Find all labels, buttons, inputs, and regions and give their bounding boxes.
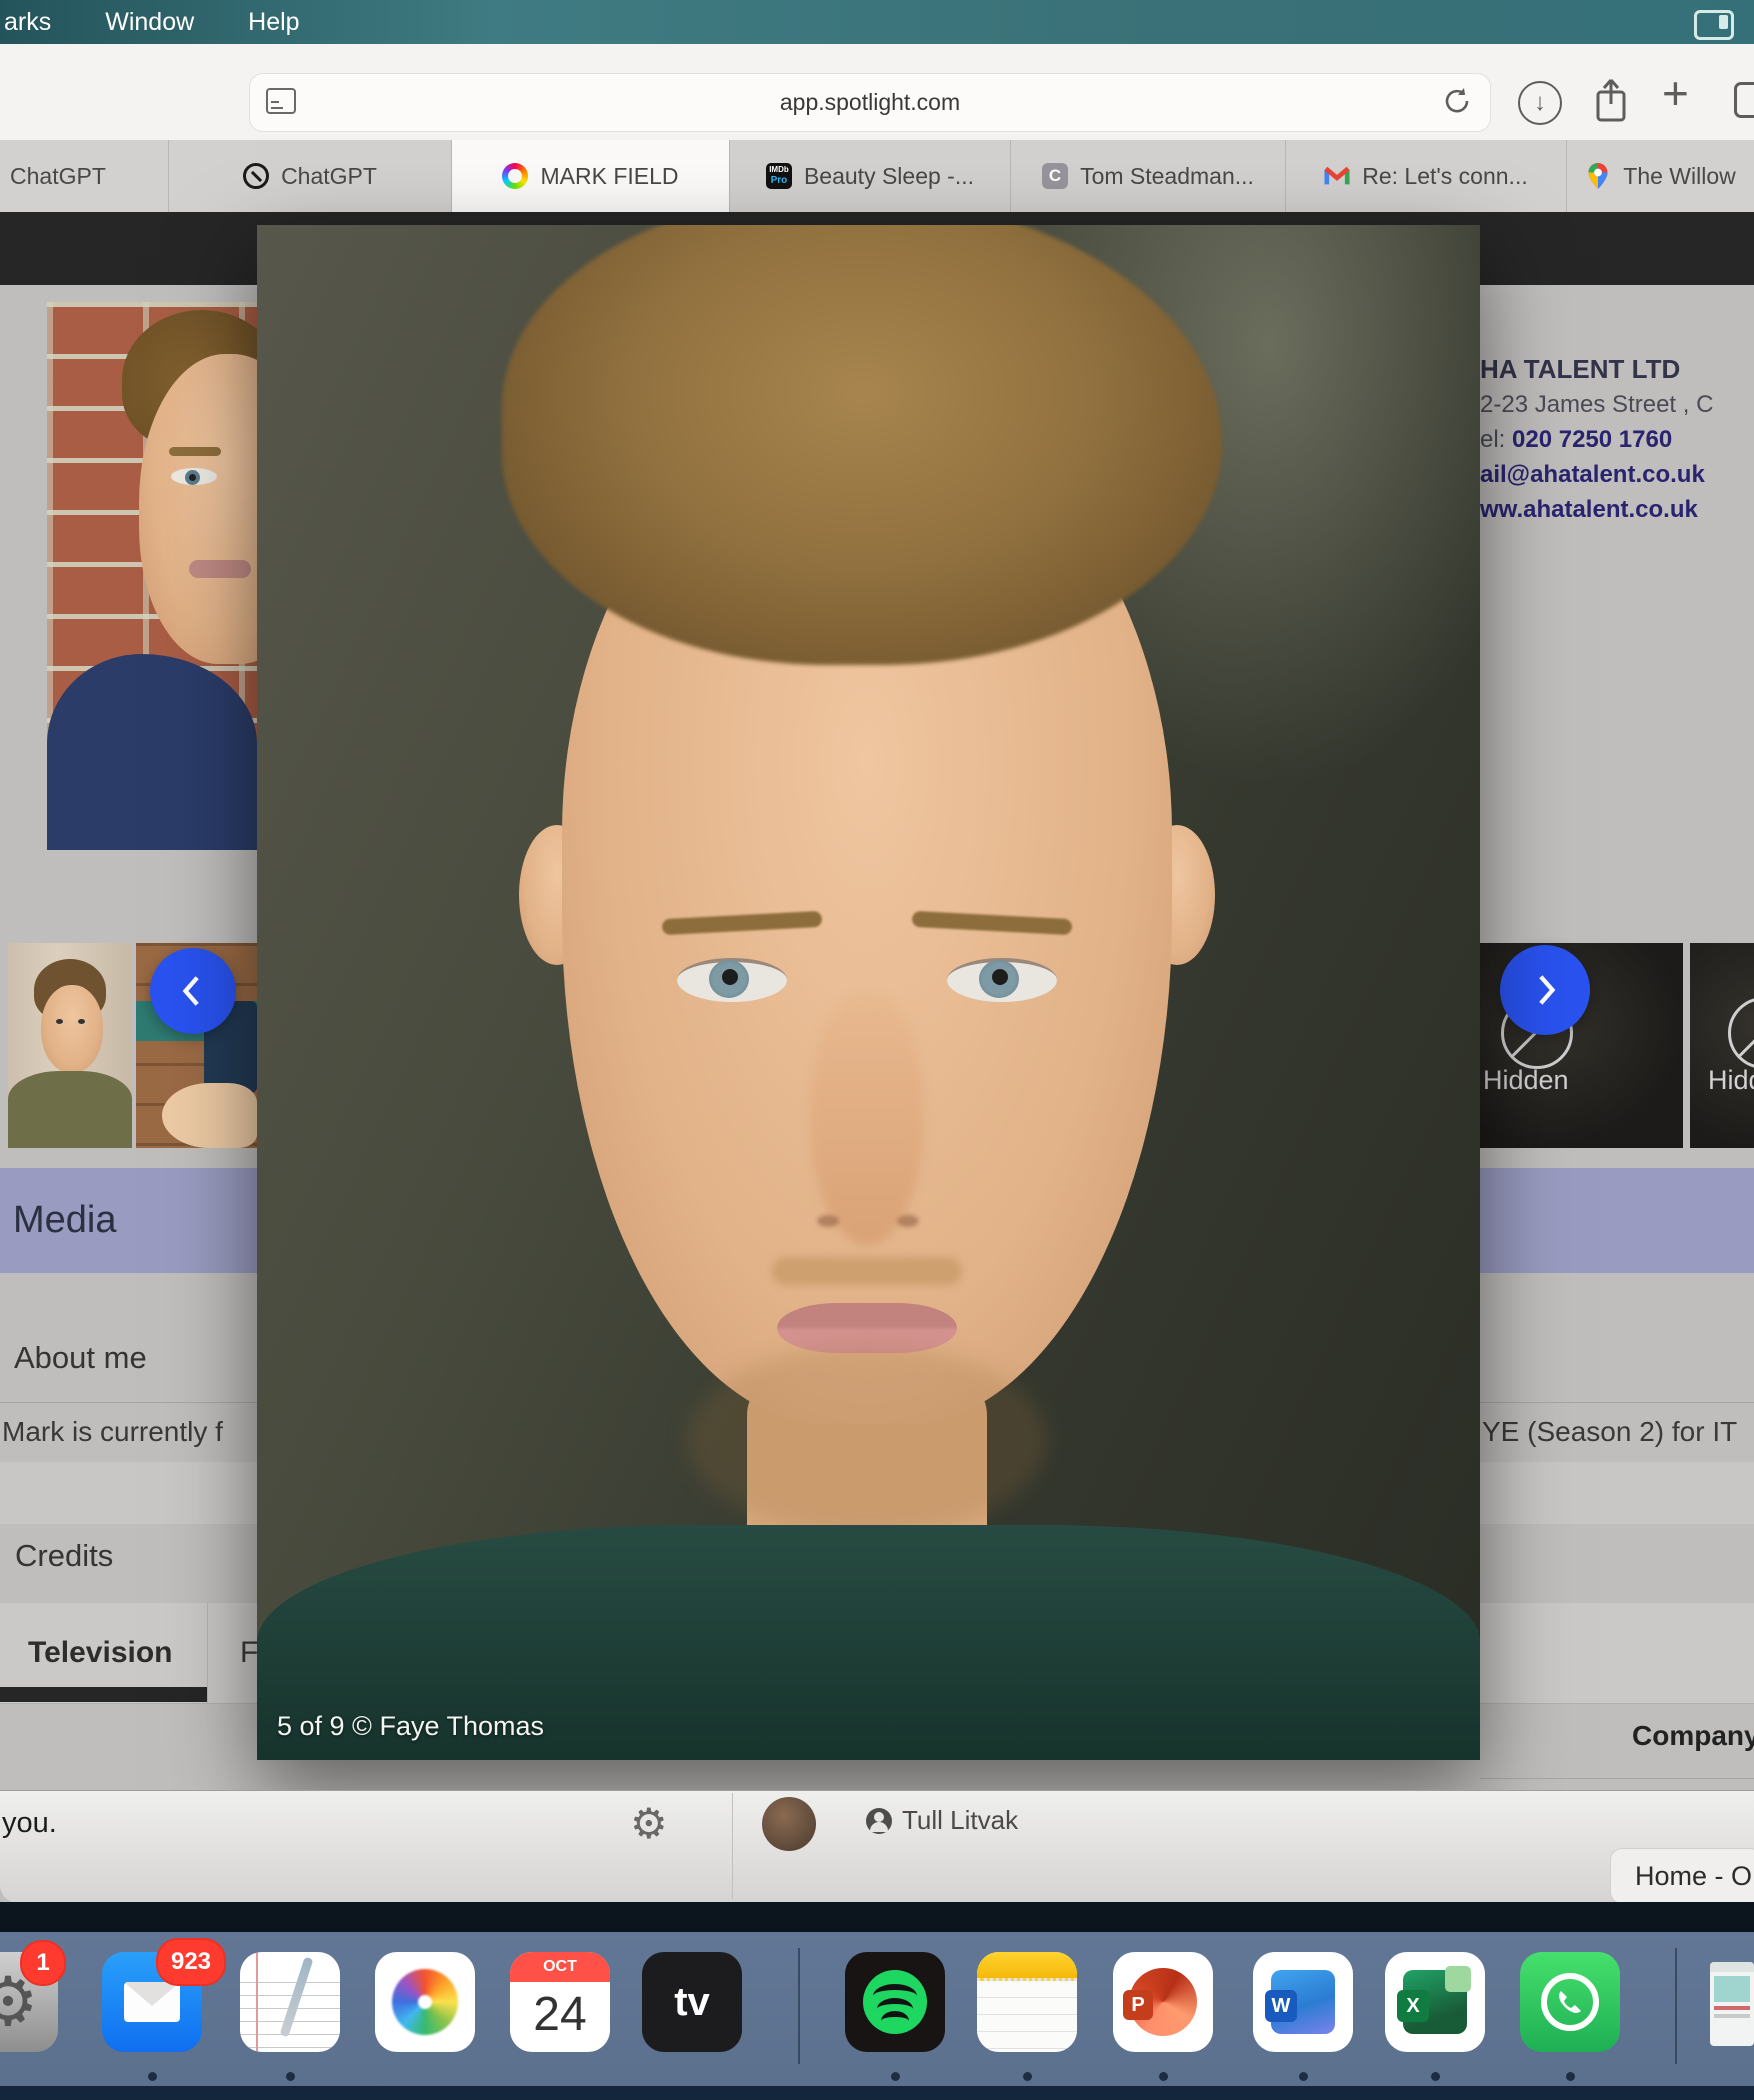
photo-lightbox[interactable]: 5 of 9 © Faye Thomas bbox=[257, 225, 1480, 1760]
downloads-icon[interactable]: ↓ bbox=[1518, 81, 1562, 125]
about-me-text-left: Mark is currently f bbox=[2, 1416, 223, 1448]
carousel-prev-button[interactable] bbox=[150, 948, 236, 1034]
desktop-gap bbox=[0, 1902, 1754, 1932]
carousel-thumb-hidden-2[interactable]: Hidden bbox=[1690, 943, 1754, 1148]
tab-bar: ChatGPT ChatGPT MARK FIELD IMDbPro Beaut… bbox=[0, 140, 1754, 212]
tab-television[interactable]: Television bbox=[28, 1636, 173, 1670]
dock-apple-tv-icon[interactable]: tv bbox=[642, 1952, 742, 2052]
tab-gmail[interactable]: Re: Let's conn... bbox=[1286, 140, 1567, 212]
tab-chatgpt-1[interactable]: ChatGPT bbox=[0, 140, 169, 212]
tab-tom-steadman[interactable]: C Tom Steadman... bbox=[1011, 140, 1286, 212]
tab-overview-icon[interactable] bbox=[1734, 82, 1754, 118]
chevron-right-icon bbox=[1525, 966, 1565, 1014]
dock-photos-icon[interactable] bbox=[375, 1952, 475, 2052]
tab-beauty-sleep[interactable]: IMDbPro Beauty Sleep -... bbox=[730, 140, 1011, 212]
profile-owner-name: Tull Litvak bbox=[902, 1805, 1018, 1836]
dock: ⚙ 1 923 OCT 24 tv bbox=[0, 1932, 1754, 2100]
agency-phone: el: 020 7250 1760 bbox=[1480, 422, 1754, 457]
address-bar[interactable]: app.spotlight.com bbox=[249, 73, 1491, 132]
hidden-label: Hidden bbox=[1708, 1065, 1754, 1096]
tab-film[interactable]: F bbox=[240, 1636, 258, 1670]
portrait-hair bbox=[502, 225, 1222, 665]
safari-toolbar: app.spotlight.com ↓ + bbox=[0, 44, 1754, 141]
envelope-icon bbox=[124, 1982, 180, 2022]
tab-mark-field[interactable]: MARK FIELD bbox=[452, 140, 730, 212]
settings-badge: 1 bbox=[20, 1940, 66, 1986]
tab-chatgpt-2[interactable]: ChatGPT bbox=[169, 140, 452, 212]
agency-name: HA TALENT LTD bbox=[1480, 352, 1754, 387]
active-tab-underline bbox=[0, 1687, 207, 1702]
background-window[interactable]: you. ⚙ Tull Litvak bbox=[0, 1790, 1754, 1903]
tab-the-willow[interactable]: The Willow bbox=[1567, 140, 1754, 212]
imdb-pro-icon: IMDbPro bbox=[766, 163, 792, 189]
share-icon[interactable] bbox=[1590, 76, 1630, 126]
agency-phone-number: 020 7250 1760 bbox=[1512, 426, 1672, 453]
about-me-text-right: YE (Season 2) for IT bbox=[1482, 1416, 1737, 1448]
gear-icon[interactable]: ⚙ bbox=[630, 1799, 668, 1848]
openai-logo-icon bbox=[243, 163, 269, 189]
display-menu-icon[interactable] bbox=[1694, 10, 1734, 40]
home-window-tab[interactable]: Home - O bbox=[1610, 1848, 1754, 1904]
agency-website[interactable]: ww.ahatalent.co.uk bbox=[1480, 492, 1754, 527]
google-maps-pin-icon bbox=[1585, 163, 1611, 189]
dock-powerpoint-icon[interactable]: P bbox=[1113, 1952, 1213, 2052]
carousel-next-button[interactable] bbox=[1500, 945, 1590, 1035]
credits-heading: Credits bbox=[15, 1538, 113, 1574]
carousel-thumb-1[interactable] bbox=[8, 943, 132, 1148]
new-tab-icon[interactable]: + bbox=[1662, 66, 1689, 120]
dock-minimized-window[interactable] bbox=[1710, 1962, 1754, 2046]
pinwheel-icon bbox=[392, 1969, 458, 2035]
dock-notes-icon[interactable] bbox=[977, 1952, 1077, 2052]
reload-icon[interactable] bbox=[1440, 84, 1474, 118]
person-badge-icon bbox=[866, 1808, 892, 1834]
hidden-label: Hidden bbox=[1483, 1065, 1569, 1096]
media-heading: Media bbox=[13, 1199, 117, 1242]
menu-item-window[interactable]: Window bbox=[105, 8, 194, 37]
portrait-nose bbox=[810, 995, 924, 1245]
c-app-icon: C bbox=[1042, 163, 1068, 189]
gmail-icon bbox=[1324, 163, 1350, 189]
dock-word-icon[interactable]: W bbox=[1253, 1952, 1353, 2052]
dock-textedit-icon[interactable] bbox=[240, 1952, 340, 2052]
macos-screen: arks Window Help app.spotlight.com ↓ + C… bbox=[0, 0, 1754, 2100]
menu-bar: arks Window Help bbox=[0, 0, 1754, 46]
url-text: app.spotlight.com bbox=[780, 89, 960, 116]
agency-info: HA TALENT LTD 2-23 James Street , C el: … bbox=[1480, 352, 1754, 527]
dock-whatsapp-icon[interactable] bbox=[1520, 1952, 1620, 2052]
whatsapp-phone-icon bbox=[1537, 1969, 1603, 2035]
menu-item-bookmarks[interactable]: arks bbox=[4, 8, 51, 37]
hidden-eye-icon bbox=[1728, 997, 1754, 1069]
dock-excel-icon[interactable]: X bbox=[1385, 1952, 1485, 2052]
avatar[interactable] bbox=[762, 1797, 816, 1851]
agency-street: 2-23 James Street , C bbox=[1480, 387, 1754, 422]
mail-badge: 923 bbox=[156, 1938, 226, 1986]
agency-email[interactable]: ail@ahatalent.co.uk bbox=[1480, 457, 1754, 492]
lightbox-caption: 5 of 9 © Faye Thomas bbox=[277, 1711, 544, 1742]
menu-item-help[interactable]: Help bbox=[248, 8, 299, 37]
chevron-left-icon bbox=[173, 967, 213, 1015]
about-me-heading: About me bbox=[14, 1340, 147, 1376]
dock-spotify-icon[interactable] bbox=[845, 1952, 945, 2052]
spotify-logo-icon bbox=[863, 1970, 927, 2034]
page-settings-icon[interactable] bbox=[266, 88, 296, 114]
profile-main-photo[interactable] bbox=[47, 302, 257, 850]
table-header-company: Company bbox=[1632, 1720, 1754, 1752]
spotlight-favicon-icon bbox=[502, 163, 528, 189]
background-window-text: you. bbox=[2, 1807, 57, 1840]
dock-calendar-icon[interactable]: OCT 24 bbox=[510, 1952, 610, 2052]
wallpaper-strip bbox=[0, 2086, 1754, 2100]
